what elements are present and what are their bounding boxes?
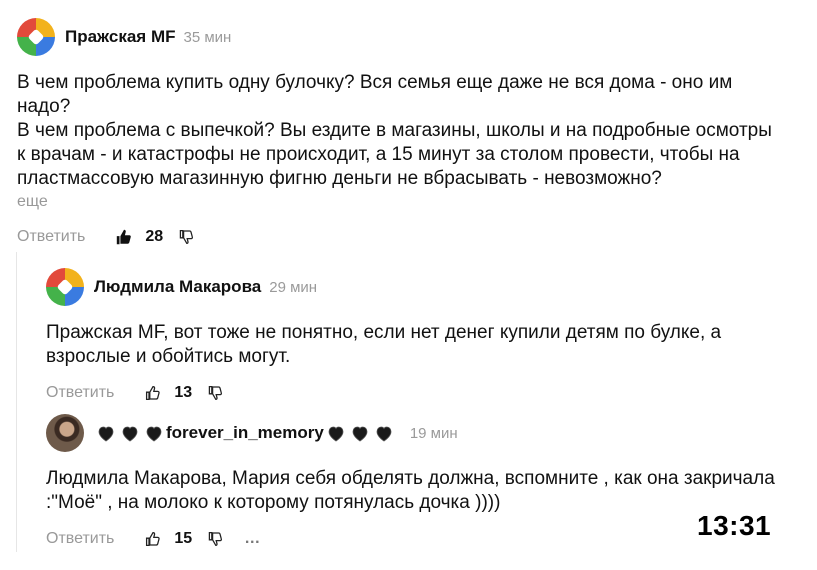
comment-actions: Ответить 13	[46, 381, 796, 405]
thumbs-down-icon[interactable]	[204, 382, 226, 404]
thumbs-up-icon[interactable]	[142, 528, 164, 550]
thumbs-down-icon[interactable]	[175, 226, 197, 248]
reply-button[interactable]: Ответить	[17, 228, 85, 246]
avatar[interactable]	[17, 18, 55, 56]
author-name[interactable]: forever_in_memory	[166, 423, 324, 443]
comment-time: 35 мин	[183, 28, 232, 46]
reply-button[interactable]: Ответить	[46, 384, 114, 402]
comment-actions: Ответить 28	[17, 225, 797, 249]
clock: 13:31	[697, 510, 772, 541]
comment-time: 29 мин	[269, 278, 318, 296]
black-heart-icon	[376, 426, 392, 442]
comment-text-line: :"Моё" , на молоко к которому потянулась…	[46, 492, 501, 513]
comment-text: Пражская MF, вот тоже не понятно, если н…	[46, 321, 796, 369]
comment-1: Пражская MF 35 мин В чем проблема купить…	[17, 17, 797, 249]
comment-3: forever_in_memory 19 мин Людмила Макаров…	[46, 413, 796, 551]
comment-header: forever_in_memory 19 мин	[46, 413, 796, 453]
black-heart-icon	[328, 426, 344, 442]
author-name[interactable]: Пражская MF	[65, 27, 176, 47]
black-heart-icon	[352, 426, 368, 442]
show-more-link[interactable]: еще	[17, 193, 797, 211]
comment-text-line: В чем проблема купить одну булочку? Вся …	[17, 72, 733, 93]
comment-text: В чем проблема купить одну булочку? Вся …	[17, 71, 797, 191]
comment-time: 19 мин	[409, 424, 458, 442]
thread-line	[16, 252, 17, 552]
black-heart-icon	[146, 426, 162, 442]
more-options-icon[interactable]: …	[244, 530, 261, 548]
black-heart-icon	[98, 426, 114, 442]
thumbs-up-filled-icon[interactable]	[113, 226, 135, 248]
comment-text-line: Людмила Макарова, Мария себя обделять до…	[46, 468, 775, 489]
avatar[interactable]	[46, 268, 84, 306]
like-count: 15	[174, 530, 193, 547]
thumbs-down-icon[interactable]	[204, 528, 226, 550]
thumbs-up-icon[interactable]	[142, 382, 164, 404]
like-count: 13	[174, 384, 193, 401]
comment-header: Пражская MF 35 мин	[17, 17, 797, 57]
comment-text-line: В чем проблема с выпечкой? Вы ездите в м…	[17, 120, 772, 141]
comment-text-line: взрослые и обойтись могут.	[46, 346, 291, 367]
comment-2: Людмила Макарова 29 мин Пражская MF, вот…	[46, 267, 796, 405]
comment-header: Людмила Макарова 29 мин	[46, 267, 796, 307]
author-name-decorated[interactable]: forever_in_memory	[94, 423, 396, 443]
author-name[interactable]: Людмила Макарова	[94, 277, 261, 297]
comment-actions: Ответить 15 …	[46, 527, 796, 551]
avatar[interactable]	[46, 414, 84, 452]
comment-text-line: к врачам - и катастрофы не происходит, а…	[17, 144, 740, 165]
like-count: 28	[145, 228, 164, 245]
comment-text-line: Пражская MF, вот тоже не понятно, если н…	[46, 322, 722, 343]
reply-button[interactable]: Ответить	[46, 530, 114, 548]
comment-text: Людмила Макарова, Мария себя обделять до…	[46, 467, 796, 515]
comment-text-line: надо?	[17, 96, 71, 117]
black-heart-icon	[122, 426, 138, 442]
comment-text-line: пластмассовую магазинную фигню деньги не…	[17, 168, 662, 189]
